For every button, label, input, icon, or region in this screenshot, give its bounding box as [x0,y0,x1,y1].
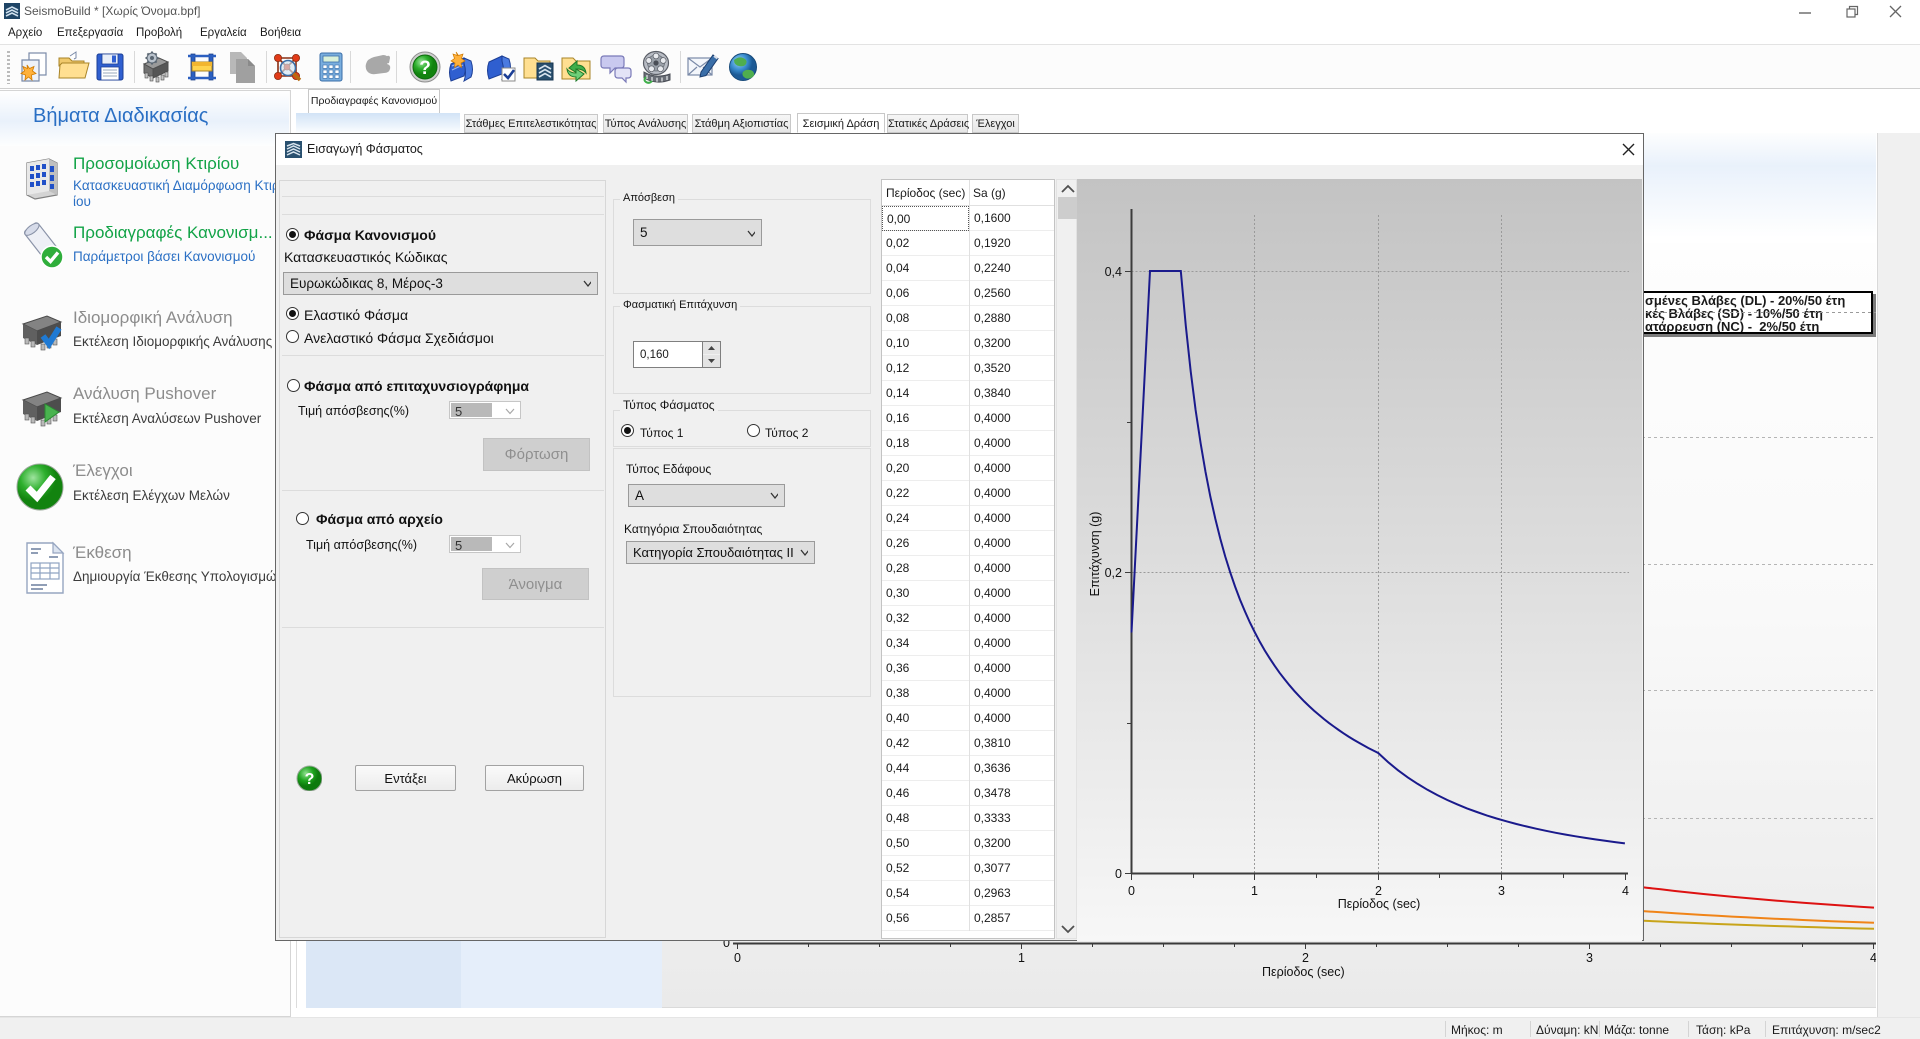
svg-text:2: 2 [1302,951,1309,965]
svg-text:4: 4 [1622,884,1629,898]
svg-text:4: 4 [1870,951,1876,965]
svg-text:0: 0 [1115,867,1122,881]
svg-text:1: 1 [1251,884,1258,898]
svg-text:3: 3 [1586,951,1593,965]
svg-text:0: 0 [734,951,741,965]
svg-text:2: 2 [1375,884,1382,898]
svg-text:?: ? [305,771,315,788]
svg-text:Επιτάχυνση (g): Επιτάχυνση (g) [1088,512,1102,597]
svg-text:0,4: 0,4 [1105,265,1122,279]
svg-text:0: 0 [1128,884,1135,898]
svg-text:0,2: 0,2 [1105,566,1122,580]
svg-text:Περίοδος (sec): Περίοδος (sec) [1262,965,1345,979]
svg-text:Περίοδος (sec): Περίοδος (sec) [1338,897,1421,911]
svg-text:1: 1 [1018,951,1025,965]
svg-text:3: 3 [1498,884,1505,898]
svg-text:?: ? [419,58,431,79]
